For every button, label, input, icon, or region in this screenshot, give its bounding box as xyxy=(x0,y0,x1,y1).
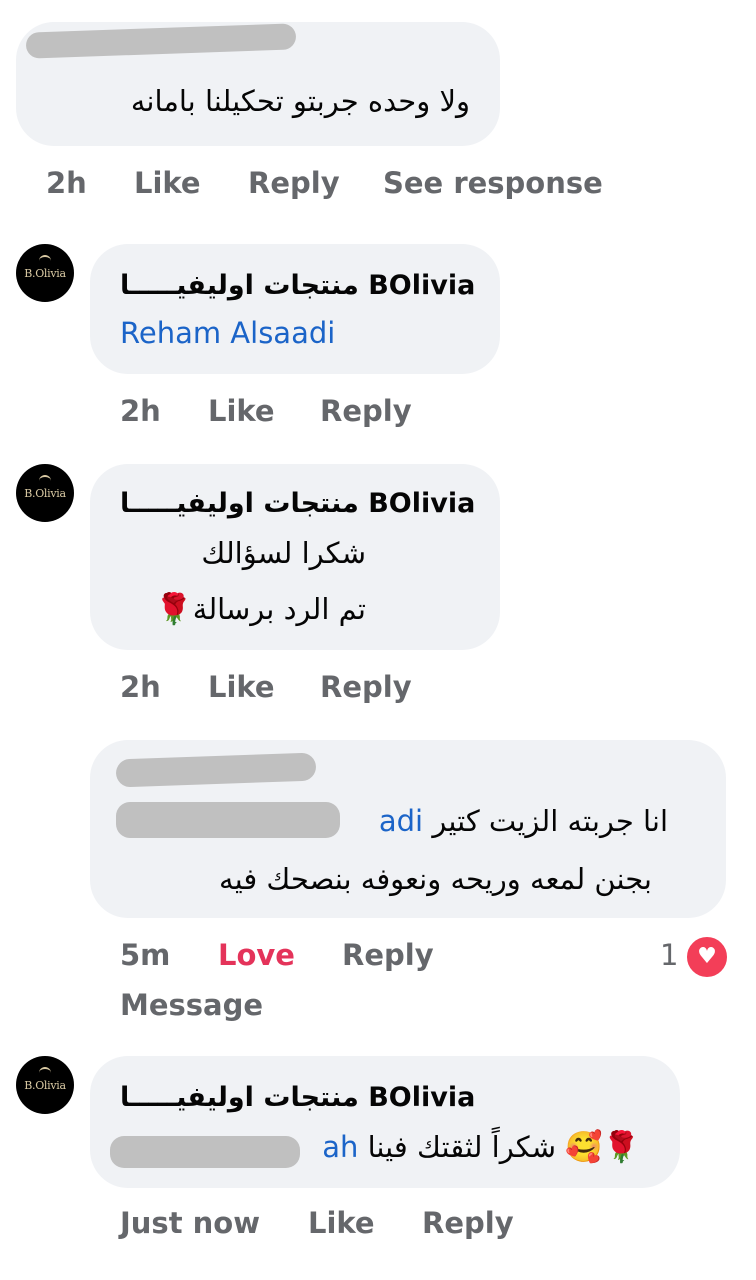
logo-mark-icon xyxy=(39,1067,51,1079)
page-avatar[interactable]: B.Olivia xyxy=(16,1056,74,1114)
rose-emoji-icon: 🌹 xyxy=(155,592,193,627)
see-response-button[interactable]: See response xyxy=(383,166,603,200)
author-name[interactable]: منتجات اوليفيـــــا BOlivia xyxy=(120,1082,475,1113)
reply-text-line: تم الرد برسالة🌹 xyxy=(155,592,366,627)
reply-button[interactable]: Reply xyxy=(422,1206,514,1240)
redacted-author-name xyxy=(115,752,317,788)
redacted-mention xyxy=(116,802,340,838)
reply-text: تم الرد برسالة xyxy=(192,592,366,626)
reply-text-line: adi انا جربته الزيت كتير xyxy=(379,804,668,838)
message-button[interactable]: Message xyxy=(120,988,263,1022)
love-button[interactable]: Love xyxy=(218,938,295,972)
comment-bubble: ولا وحده جربتو تحكيلنا بامانه xyxy=(16,22,500,146)
reply-button[interactable]: Reply xyxy=(320,394,412,428)
logo-mark-icon xyxy=(39,475,51,487)
reply-text-line: ah شكراً لثقتك فينا 🥰🌹 xyxy=(322,1130,640,1165)
reply-bubble: منتجات اوليفيـــــا BOlivia شكرا لسؤالك … xyxy=(90,464,500,650)
comment-time[interactable]: 5m xyxy=(120,938,170,972)
comment-time[interactable]: 2h xyxy=(120,670,161,704)
reply-button[interactable]: Reply xyxy=(320,670,412,704)
reply-button[interactable]: Reply xyxy=(248,166,340,200)
reply-text: انا جربته الزيت كتير xyxy=(432,804,668,838)
author-name[interactable]: منتجات اوليفيـــــا BOlivia xyxy=(120,488,475,519)
like-button[interactable]: Like xyxy=(208,394,275,428)
comment-time[interactable]: 2h xyxy=(46,166,87,200)
reply-text-line: شكرا لسؤالك xyxy=(201,536,366,570)
reply-bubble: منتجات اوليفيـــــا BOlivia Reham Alsaad… xyxy=(90,244,500,374)
comment-time[interactable]: Just now xyxy=(120,1206,260,1240)
heart-eyes-rose-emoji-icon: 🥰🌹 xyxy=(565,1130,640,1165)
redacted-author-name xyxy=(25,23,297,59)
reaction-count[interactable]: 1 xyxy=(660,938,678,972)
like-button[interactable]: Like xyxy=(308,1206,375,1240)
reply-text-line: بجنن لمعه وريحه ونعوفه بنصحك فيه xyxy=(219,862,652,896)
redacted-mention xyxy=(110,1136,300,1168)
mention-link[interactable]: ah xyxy=(322,1130,358,1164)
heart-icon[interactable]: ♥ xyxy=(684,934,730,980)
page-avatar[interactable]: B.Olivia xyxy=(16,244,74,302)
author-name[interactable]: منتجات اوليفيـــــا BOlivia xyxy=(120,270,475,301)
reply-text: شكراً لثقتك فينا xyxy=(367,1130,557,1164)
reply-button[interactable]: Reply xyxy=(342,938,434,972)
reply-bubble: منتجات اوليفيـــــا BOlivia ah شكراً لثق… xyxy=(90,1056,680,1188)
logo-mark-icon xyxy=(39,255,51,267)
mention-link[interactable]: Reham Alsaadi xyxy=(120,316,335,350)
page-avatar[interactable]: B.Olivia xyxy=(16,464,74,522)
reply-bubble: adi انا جربته الزيت كتير بجنن لمعه وريحه… xyxy=(90,740,726,918)
like-button[interactable]: Like xyxy=(208,670,275,704)
comment-time[interactable]: 2h xyxy=(120,394,161,428)
comment-text: ولا وحده جربتو تحكيلنا بامانه xyxy=(130,84,470,118)
mention-link[interactable]: adi xyxy=(379,804,423,838)
like-button[interactable]: Like xyxy=(134,166,201,200)
